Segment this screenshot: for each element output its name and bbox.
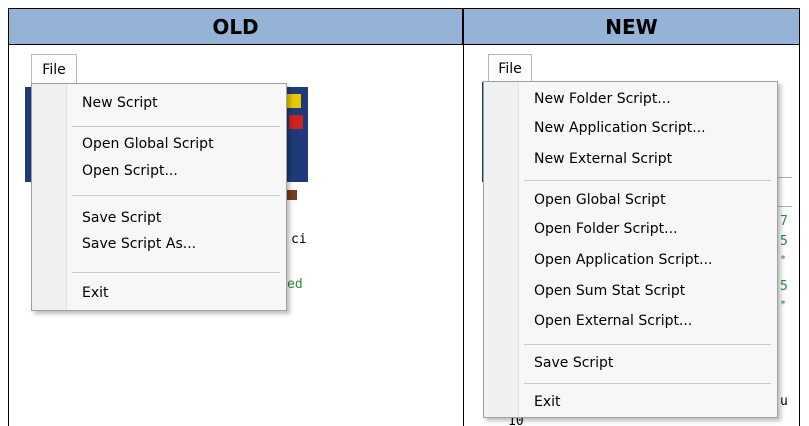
menu-item-save-script-as[interactable]: Save Script As... xyxy=(66,231,286,257)
menu-item-new-folder-script[interactable]: New Folder Script... xyxy=(518,86,777,112)
menu-item-exit[interactable]: Exit xyxy=(66,280,286,306)
menu-item-open-folder-script[interactable]: Open Folder Script... xyxy=(518,216,777,242)
new-file-menu[interactable]: File xyxy=(488,54,532,83)
old-code-fragment: ed xyxy=(287,277,303,292)
menu-item-open-script[interactable]: Open Script... xyxy=(66,158,286,184)
menu-separator xyxy=(524,383,771,384)
new-code-fragment: 7 xyxy=(780,214,788,229)
new-screenshot: 7 5 * 5 * u 10 File New Folder Script...… xyxy=(482,52,792,426)
old-code-fragment: ci xyxy=(291,232,307,247)
old-toolbar-icon xyxy=(287,190,297,200)
old-screenshot: ci ed File New Script Open Global Script… xyxy=(25,52,308,322)
old-header: OLD xyxy=(8,8,463,45)
menu-separator xyxy=(524,180,771,181)
menu-separator xyxy=(72,195,280,196)
menu-item-new-script[interactable]: New Script xyxy=(66,90,286,116)
menu-separator xyxy=(72,272,280,273)
new-code-fragment: u xyxy=(780,394,788,409)
new-code-fragment: * xyxy=(780,254,787,265)
menu-item-save-script[interactable]: Save Script xyxy=(66,205,286,231)
table-border-left xyxy=(8,45,9,426)
menu-separator xyxy=(72,126,280,127)
new-file-dropdown: New Folder Script... New Application Scr… xyxy=(483,81,778,418)
menu-gutter xyxy=(484,82,519,417)
new-code-fragment: 5 xyxy=(780,234,788,249)
new-code-fragment: * xyxy=(780,299,787,310)
menu-item-new-application-script[interactable]: New Application Script... xyxy=(518,115,777,141)
new-header: NEW xyxy=(463,8,800,45)
old-logo-yellow xyxy=(287,94,301,108)
menu-item-exit[interactable]: Exit xyxy=(518,389,777,415)
menu-item-open-sum-stat-script[interactable]: Open Sum Stat Script xyxy=(518,278,777,304)
old-file-menu[interactable]: File xyxy=(31,54,77,85)
menu-item-open-global-script[interactable]: Open Global Script xyxy=(66,131,286,157)
old-logo-red xyxy=(289,115,303,129)
menu-item-open-global-script[interactable]: Open Global Script xyxy=(518,187,777,213)
menu-item-open-application-script[interactable]: Open Application Script... xyxy=(518,247,777,273)
table-border-middle xyxy=(463,45,464,426)
old-file-dropdown: New Script Open Global Script Open Scrip… xyxy=(31,83,287,311)
new-code-fragment: 5 xyxy=(780,279,788,294)
table-border-right xyxy=(799,45,800,426)
menu-separator xyxy=(524,344,771,345)
menu-gutter xyxy=(32,84,67,310)
menu-item-open-external-script[interactable]: Open External Script... xyxy=(518,308,777,334)
menu-item-save-script[interactable]: Save Script xyxy=(518,350,777,376)
menu-item-new-external-script[interactable]: New External Script xyxy=(518,146,777,172)
